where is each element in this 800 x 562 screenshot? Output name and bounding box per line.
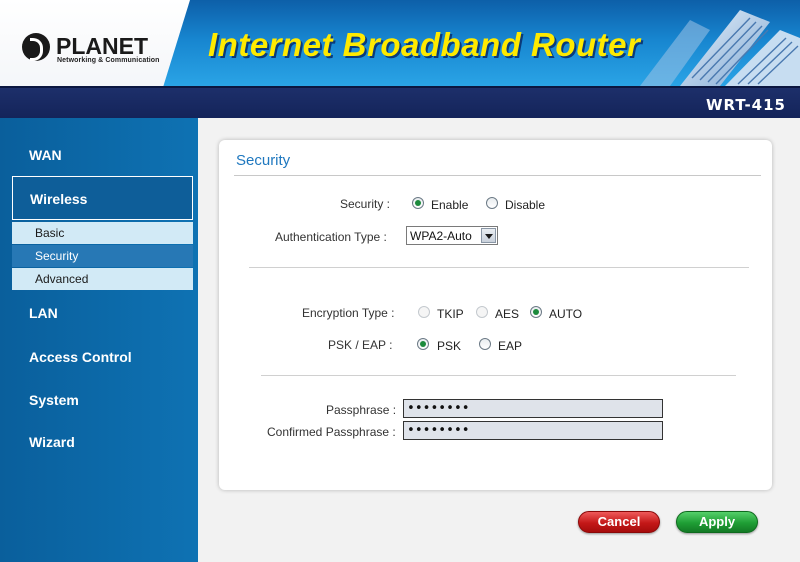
security-disable-label: Disable: [505, 198, 546, 212]
sidebar-subitem-basic[interactable]: Basic: [12, 222, 193, 244]
security-disable-radio[interactable]: [486, 197, 498, 209]
eap-option-label: EAP: [498, 339, 523, 353]
logo-tagline: Networking & Communication: [57, 57, 160, 64]
confirmed-passphrase-label: Confirmed Passphrase :: [267, 425, 396, 439]
sidebar-subitem-security[interactable]: Security: [12, 245, 193, 267]
passphrase-label: Passphrase :: [326, 403, 397, 417]
security-panel: Security Security : Enable Disable Authe…: [219, 140, 772, 490]
sidebar-item-lan[interactable]: LAN: [29, 305, 58, 321]
sidebar-item-wireless[interactable]: Wireless: [12, 176, 193, 220]
title-divider: [234, 175, 761, 176]
encryption-auto-label: AUTO: [549, 307, 583, 321]
security-enable-label: Enable: [431, 198, 469, 212]
sidebar-item-system[interactable]: System: [29, 392, 79, 408]
header-banner: PLANET Networking & Communication Intern…: [0, 0, 800, 86]
security-enable-radio[interactable]: [412, 197, 424, 209]
eap-radio[interactable]: [479, 338, 491, 350]
sidebar-subitem-advanced[interactable]: Advanced: [12, 268, 193, 290]
encryption-tkip-label: TKIP: [437, 307, 464, 321]
section-divider: [261, 375, 736, 376]
confirmed-passphrase-input[interactable]: [403, 421, 663, 440]
auth-type-select[interactable]: WPA2-Auto: [406, 226, 498, 245]
sidebar-item-label: Wireless: [30, 191, 88, 207]
sidebar-item-wizard[interactable]: Wizard: [29, 434, 75, 450]
encryption-type-label: Encryption Type :: [302, 306, 395, 320]
sidebar: WAN Wireless Basic Security Advanced LAN…: [0, 118, 198, 562]
sidebar-item-wan[interactable]: WAN: [29, 147, 62, 163]
logo-text: PLANET: [56, 33, 148, 59]
chevron-down-icon: [481, 228, 496, 243]
product-title: Internet Broadband Router: [208, 26, 641, 63]
page-title: Security: [236, 152, 291, 169]
encryption-auto-radio[interactable]: [530, 306, 542, 318]
encryption-aes-radio[interactable]: [476, 306, 488, 318]
model-name: WRT-415: [706, 96, 786, 114]
planet-logo-icon: [22, 33, 50, 61]
psk-option-label: PSK: [437, 339, 462, 353]
building-skyline-icon: [640, 10, 800, 86]
security-label: Security :: [340, 197, 391, 211]
psk-radio[interactable]: [417, 338, 429, 350]
cancel-button[interactable]: Cancel: [578, 511, 660, 533]
model-bar: WRT-415: [0, 86, 800, 118]
psk-eap-label: PSK / EAP :: [328, 338, 393, 352]
encryption-aes-label: AES: [495, 307, 520, 321]
passphrase-input[interactable]: [403, 399, 663, 418]
auth-type-value: WPA2-Auto: [410, 229, 472, 243]
sidebar-item-access-control[interactable]: Access Control: [29, 349, 132, 365]
section-divider: [249, 267, 749, 268]
auth-type-label: Authentication Type :: [275, 230, 387, 244]
encryption-tkip-radio[interactable]: [418, 306, 430, 318]
logo-area: PLANET Networking & Communication: [0, 0, 190, 86]
apply-button[interactable]: Apply: [676, 511, 758, 533]
